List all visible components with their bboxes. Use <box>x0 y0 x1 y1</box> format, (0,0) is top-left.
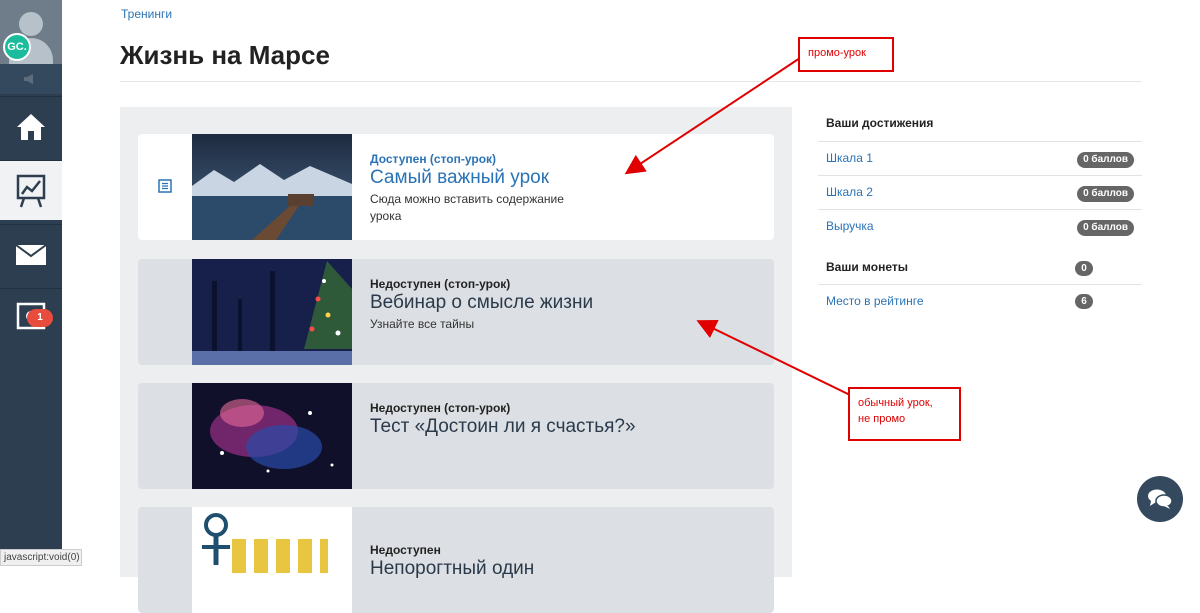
regular-annotation: обычный урок, не промо <box>848 387 961 441</box>
regular-arrow <box>696 320 851 396</box>
regular-annotation-line2: не промо <box>858 413 906 425</box>
chat-button[interactable] <box>1137 476 1183 522</box>
promo-annotation: промо-урок <box>798 37 894 72</box>
promo-annotation-text: промо-урок <box>808 47 866 59</box>
promo-arrow <box>624 57 801 175</box>
regular-annotation-line1: обычный урок, <box>858 397 933 409</box>
chat-bubbles-icon <box>1148 489 1173 509</box>
annotation-arrows <box>624 57 851 396</box>
